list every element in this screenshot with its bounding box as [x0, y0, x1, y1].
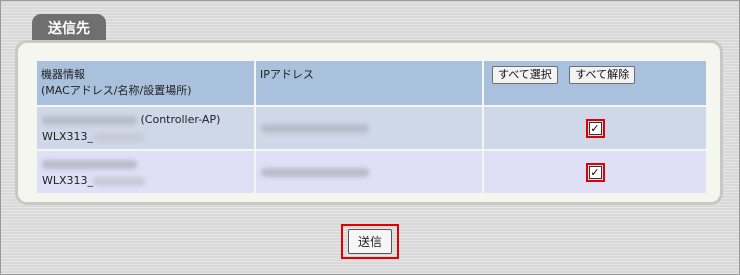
send-destination-panel: 機器情報 (MACアドレス/名称/設置場所) IPアドレス すべて選択 すべて解… [15, 40, 723, 205]
ip-address-cell [256, 107, 482, 149]
mac-address-redacted [42, 159, 137, 169]
device-table: 機器情報 (MACアドレス/名称/設置場所) IPアドレス すべて選択 すべて解… [35, 59, 708, 195]
ip-address-redacted [261, 124, 369, 133]
table-row: WLX313_ ✓ [37, 151, 706, 193]
ip-address-cell [256, 151, 482, 193]
select-all-button[interactable]: すべて選択 [492, 66, 558, 84]
device-info-cell: WLX313_ [37, 151, 254, 193]
checkbox-highlight: ✓ [585, 118, 605, 138]
device-model-label: WLX313_ [42, 174, 94, 187]
mac-address-redacted [42, 115, 137, 125]
deselect-all-button[interactable]: すべて解除 [569, 66, 636, 84]
device-select-checkbox[interactable]: ✓ [588, 165, 602, 179]
selection-header: すべて選択 すべて解除 [484, 61, 706, 105]
ip-address-redacted [261, 168, 369, 177]
select-cell: ✓ [484, 151, 706, 193]
table-header-row: 機器情報 (MACアドレス/名称/設置場所) IPアドレス すべて選択 すべて解… [37, 61, 706, 105]
device-name-redacted [93, 132, 146, 142]
send-button[interactable]: 送信 [347, 229, 392, 254]
device-role-label: (Controller-AP) [140, 113, 221, 126]
checkbox-highlight: ✓ [585, 162, 605, 182]
ip-address-header: IPアドレス [256, 61, 482, 105]
device-info-header-subtitle: (MACアドレス/名称/設置場所) [41, 84, 192, 97]
device-info-header-title: 機器情報 [41, 68, 85, 81]
device-info-cell: (Controller-AP) WLX313_ [37, 107, 254, 149]
table-row: (Controller-AP) WLX313_ ✓ [37, 107, 706, 149]
device-select-checkbox[interactable]: ✓ [588, 121, 602, 135]
device-model-label: WLX313_ [42, 130, 94, 143]
section-tab-send-destination: 送信先 [32, 14, 106, 42]
select-cell: ✓ [484, 107, 706, 149]
send-button-highlight: 送信 [341, 224, 399, 259]
device-info-header: 機器情報 (MACアドレス/名称/設置場所) [37, 61, 254, 105]
device-name-redacted [93, 176, 146, 186]
